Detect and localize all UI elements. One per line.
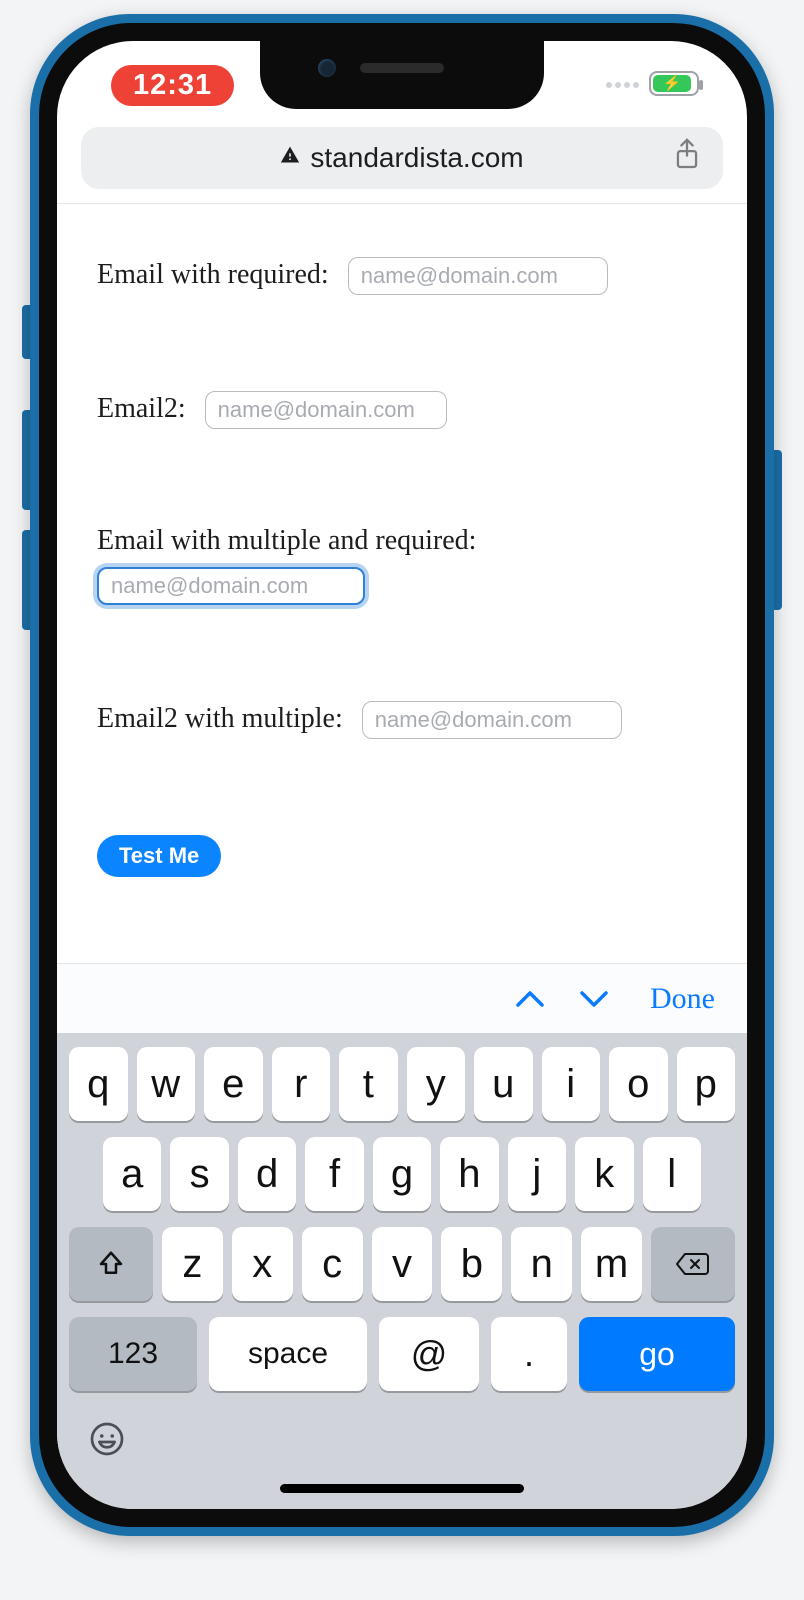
emoji-key[interactable] xyxy=(85,1417,129,1461)
field-label: Email2 with multiple: xyxy=(97,703,343,734)
key-o[interactable]: o xyxy=(609,1047,668,1121)
field-email2: Email2: xyxy=(97,391,707,429)
keyboard: qwertyuiop asdfghjkl zxcvbnm 123 xyxy=(57,1033,747,1509)
key-m[interactable]: m xyxy=(581,1227,642,1301)
email-required-input[interactable] xyxy=(348,257,608,295)
field-label: Email2: xyxy=(97,393,186,424)
field-label: Email with required: xyxy=(97,259,329,290)
done-button[interactable]: Done xyxy=(650,982,715,1016)
battery-icon: ⚡ xyxy=(649,71,699,96)
email-multiple-required-input[interactable] xyxy=(97,567,365,605)
key-a[interactable]: a xyxy=(103,1137,161,1211)
keyboard-accessory: Done xyxy=(57,963,747,1033)
power-button[interactable] xyxy=(774,450,782,610)
key-w[interactable]: w xyxy=(137,1047,196,1121)
backspace-key[interactable] xyxy=(651,1227,735,1301)
email2-multiple-input[interactable] xyxy=(362,701,622,739)
key-q[interactable]: q xyxy=(69,1047,128,1121)
key-n[interactable]: n xyxy=(511,1227,572,1301)
field-email-required: Email with required: xyxy=(97,257,707,295)
shift-key[interactable] xyxy=(69,1227,153,1301)
key-u[interactable]: u xyxy=(474,1047,533,1121)
url-domain: standardista.com xyxy=(310,142,523,174)
address-bar[interactable]: standardista.com xyxy=(81,127,723,189)
key-y[interactable]: y xyxy=(407,1047,466,1121)
field-email-multiple-required: Email with multiple and required: xyxy=(97,525,707,605)
key-x[interactable]: x xyxy=(232,1227,293,1301)
field-email2-multiple: Email2 with multiple: xyxy=(97,701,707,739)
volume-down-button[interactable] xyxy=(22,530,30,630)
key-c[interactable]: c xyxy=(302,1227,363,1301)
silence-switch[interactable] xyxy=(22,305,30,359)
notch xyxy=(260,41,544,109)
key-d[interactable]: d xyxy=(238,1137,296,1211)
phone-frame: 12:31 ⚡ standardista.com xyxy=(30,14,774,1536)
email2-input[interactable] xyxy=(205,391,447,429)
volume-up-button[interactable] xyxy=(22,410,30,510)
key-f[interactable]: f xyxy=(305,1137,363,1211)
key-l[interactable]: l xyxy=(643,1137,701,1211)
field-label: Email with multiple and required: xyxy=(97,525,476,556)
home-indicator[interactable] xyxy=(280,1484,524,1493)
submit-button[interactable]: Test Me xyxy=(97,835,221,877)
key-r[interactable]: r xyxy=(272,1047,331,1121)
key-z[interactable]: z xyxy=(162,1227,223,1301)
numbers-key[interactable]: 123 xyxy=(69,1317,197,1391)
key-j[interactable]: j xyxy=(508,1137,566,1211)
status-time[interactable]: 12:31 xyxy=(111,65,234,106)
key-s[interactable]: s xyxy=(170,1137,228,1211)
key-t[interactable]: t xyxy=(339,1047,398,1121)
space-key[interactable]: space xyxy=(209,1317,367,1391)
key-h[interactable]: h xyxy=(440,1137,498,1211)
key-k[interactable]: k xyxy=(575,1137,633,1211)
divider xyxy=(57,203,747,204)
key-i[interactable]: i xyxy=(542,1047,601,1121)
at-key[interactable]: @ xyxy=(379,1317,479,1391)
key-g[interactable]: g xyxy=(373,1137,431,1211)
page-content: Email with required: Email2: Email with … xyxy=(57,221,747,1509)
key-v[interactable]: v xyxy=(372,1227,433,1301)
charging-icon: ⚡ xyxy=(663,76,682,91)
key-e[interactable]: e xyxy=(204,1047,263,1121)
key-b[interactable]: b xyxy=(441,1227,502,1301)
signal-dots-icon xyxy=(603,75,639,93)
next-field-button[interactable] xyxy=(572,977,616,1021)
dot-key[interactable]: . xyxy=(491,1317,567,1391)
share-icon[interactable] xyxy=(673,138,701,179)
previous-field-button[interactable] xyxy=(508,977,552,1021)
key-p[interactable]: p xyxy=(677,1047,736,1121)
not-secure-icon xyxy=(280,145,300,171)
go-key[interactable]: go xyxy=(579,1317,735,1391)
